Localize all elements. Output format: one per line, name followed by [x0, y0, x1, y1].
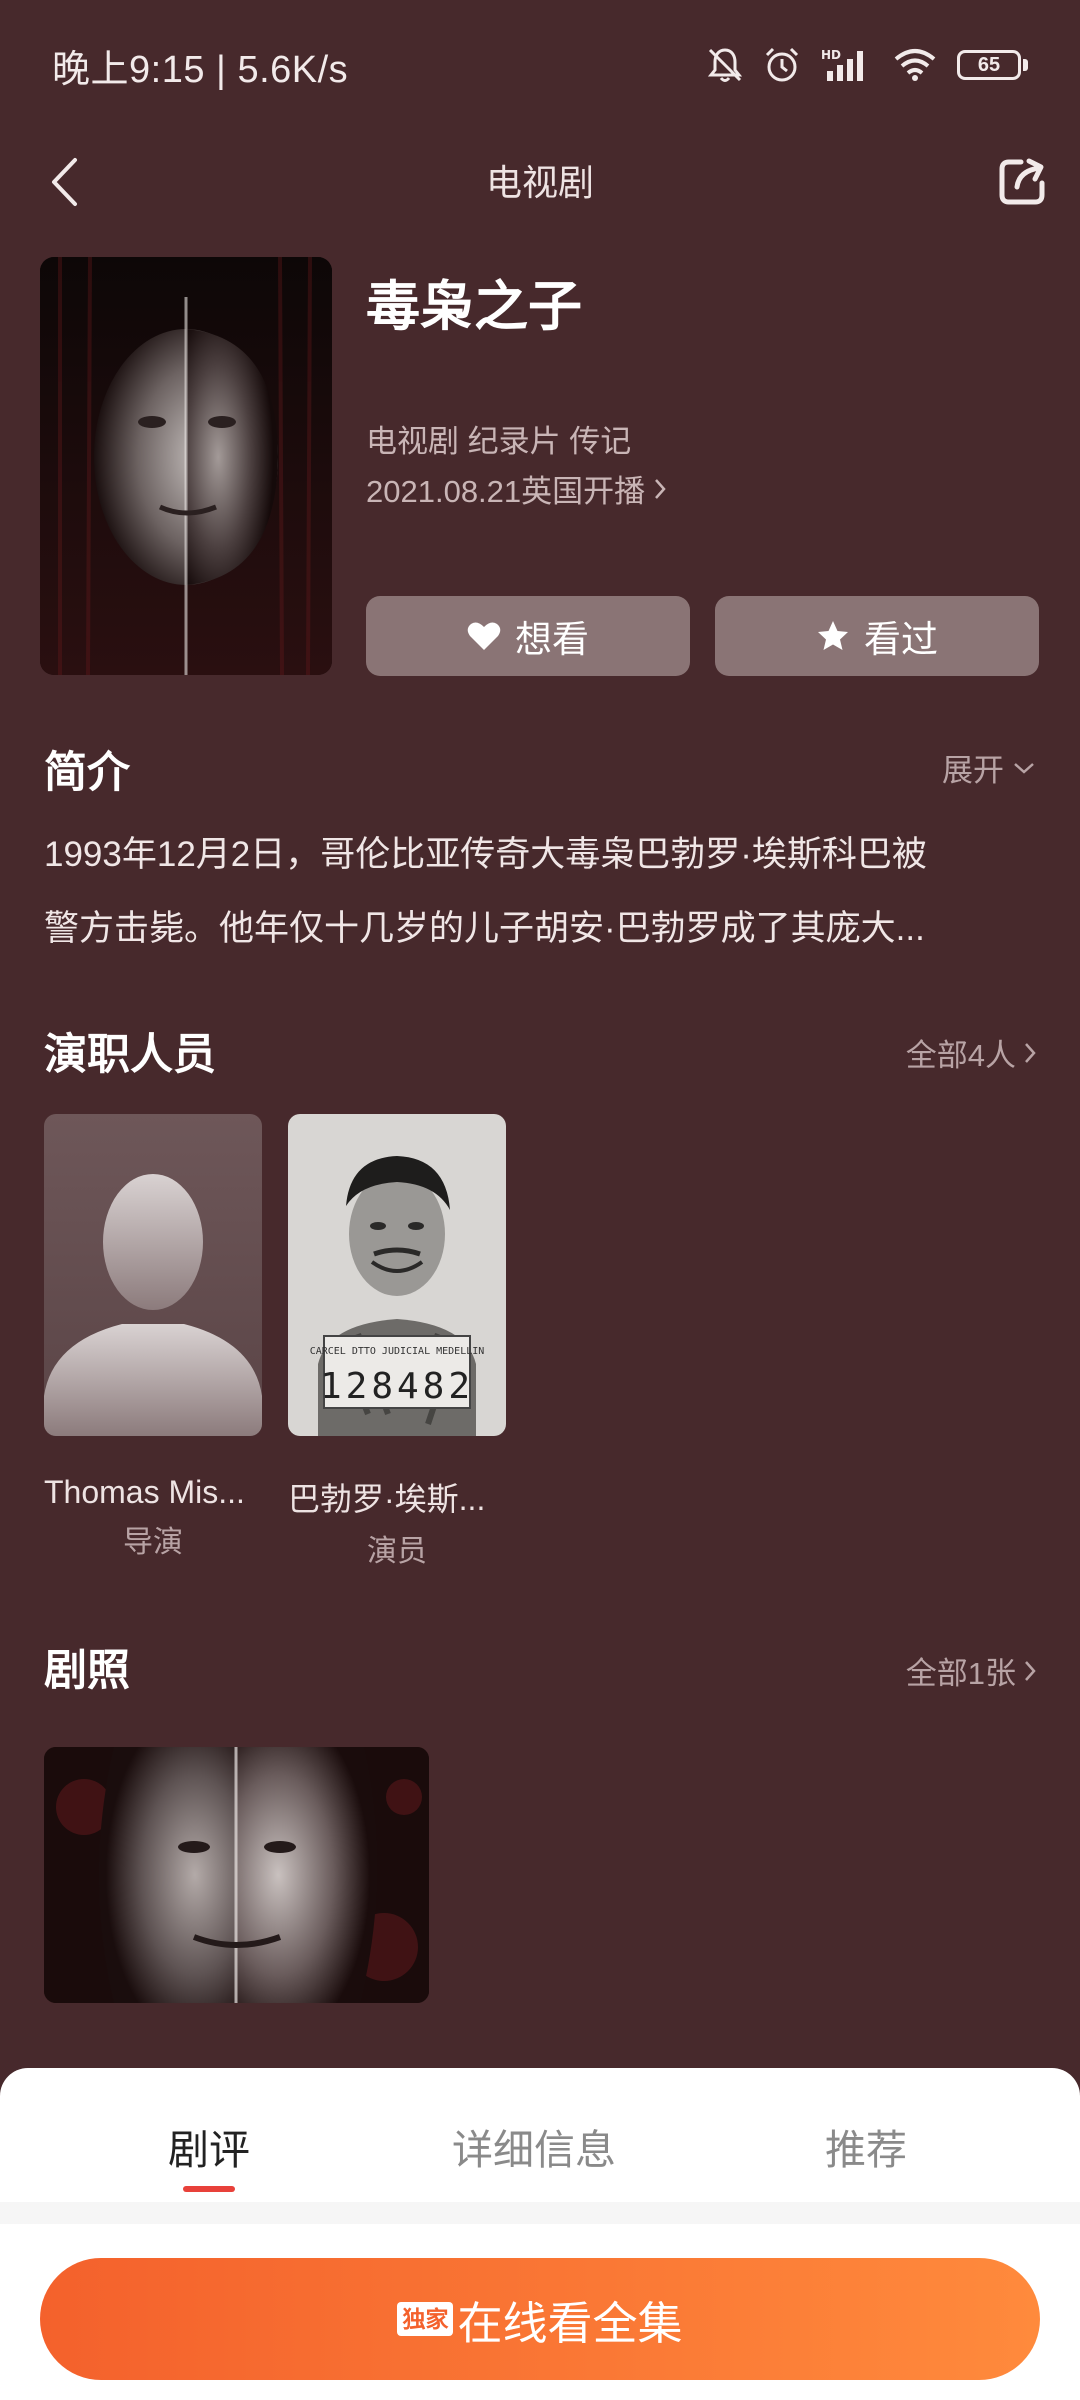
- cast-card-actor[interactable]: CARCEL DTTO JUDICIAL MEDELLIN 128482 巴勃罗…: [288, 1114, 506, 1570]
- cast-name: 巴勃罗·埃斯...: [288, 1481, 486, 1517]
- tab-reviews[interactable]: 剧评: [168, 2116, 250, 2176]
- expand-label: 展开: [942, 753, 1004, 788]
- synopsis-heading: 简介: [44, 749, 130, 797]
- cast-more-label: 全部4人: [905, 1038, 1016, 1073]
- chevron-right-icon: [1025, 1042, 1036, 1063]
- watch-label: 在线看全集: [457, 2297, 683, 2349]
- cast-heading: 演职人员: [44, 1031, 216, 1079]
- show-poster[interactable]: [40, 257, 332, 675]
- cast-role: 演员: [367, 1535, 427, 1568]
- heart-icon: [467, 622, 501, 650]
- chevron-down-icon: [1014, 762, 1034, 774]
- share-button[interactable]: [992, 152, 1052, 212]
- alarm-icon: [765, 47, 799, 82]
- show-genres: 电视剧 纪录片 传记: [366, 424, 632, 459]
- chevron-right-icon: [655, 478, 666, 499]
- mugshot-caption: CARCEL DTTO JUDICIAL MEDELLIN: [310, 1346, 485, 1357]
- still-image[interactable]: [44, 1747, 429, 2003]
- battery-icon: 65: [957, 50, 1028, 80]
- page-title: 电视剧: [485, 162, 594, 203]
- stills-heading: 剧照: [44, 1647, 130, 1695]
- status-bar: 晚上9:15 | 5.6K/s HD 65: [0, 0, 1080, 130]
- chevron-left-icon: [52, 158, 77, 206]
- chevron-right-icon: [1025, 1660, 1036, 1681]
- tab-details[interactable]: 详细信息: [452, 2116, 616, 2176]
- mugshot-number: 128482: [320, 1366, 474, 1407]
- expand-button[interactable]: 展开: [942, 745, 1036, 790]
- mute-bell-icon: [707, 48, 743, 82]
- cast-card-director[interactable]: Thomas Mis... 导演: [44, 1114, 262, 1561]
- tab-indicator: [183, 2186, 235, 2192]
- actor-photo: CARCEL DTTO JUDICIAL MEDELLIN 128482: [288, 1114, 506, 1436]
- svg-text:HD: HD: [821, 48, 841, 62]
- stills-more-button[interactable]: 全部1张: [906, 1648, 1036, 1693]
- want-label: 想看: [515, 619, 589, 660]
- synopsis-line-1: 1993年12月2日，哥伦比亚传奇大毒枭巴勃罗·埃斯科巴被: [44, 835, 927, 874]
- cast-more-button[interactable]: 全部4人: [906, 1030, 1036, 1075]
- bottom-panel: 剧评 详细信息 推荐 独家 在线看全集: [0, 2068, 1080, 2400]
- star-icon: [818, 621, 848, 650]
- watch-online-button[interactable]: 独家 在线看全集: [40, 2258, 1040, 2380]
- avatar-placeholder: [44, 1114, 262, 1436]
- want-to-watch-button[interactable]: 想看: [366, 596, 690, 676]
- bottom-tabs: 剧评 详细信息 推荐: [0, 2068, 1080, 2202]
- divider: [0, 2202, 1080, 2224]
- tab-recommend[interactable]: 推荐: [825, 2116, 907, 2176]
- exclusive-badge: 独家: [397, 2302, 454, 2336]
- watched-button[interactable]: 看过: [715, 596, 1039, 676]
- back-button[interactable]: [36, 154, 92, 210]
- status-time: 晚上9:15 | 5.6K/s: [52, 48, 349, 91]
- synopsis-text[interactable]: 1993年12月2日，哥伦比亚传奇大毒枭巴勃罗·埃斯科巴被 警方击毙。他年仅十几…: [44, 818, 1034, 966]
- release-date: 2021.08.21英国开播: [366, 474, 646, 509]
- cast-name: Thomas Mis...: [44, 1474, 245, 1510]
- wifi-icon: [894, 49, 936, 81]
- seen-label: 看过: [864, 619, 938, 660]
- show-title: 毒枭之子: [366, 277, 582, 337]
- stills-more-label: 全部1张: [905, 1656, 1016, 1691]
- cast-role: 导演: [123, 1526, 183, 1559]
- status-icons: HD 65: [707, 46, 1028, 84]
- share-icon: [999, 158, 1045, 205]
- release-info[interactable]: 2021.08.21英国开播: [366, 466, 667, 511]
- nav-bar: 电视剧: [0, 130, 1080, 230]
- hd-signal-icon: HD: [821, 48, 863, 81]
- battery-level: 65: [957, 50, 1021, 80]
- synopsis-line-2: 警方击毙。他年仅十几岁的儿子胡安·巴勃罗成了其庞大...: [44, 909, 925, 948]
